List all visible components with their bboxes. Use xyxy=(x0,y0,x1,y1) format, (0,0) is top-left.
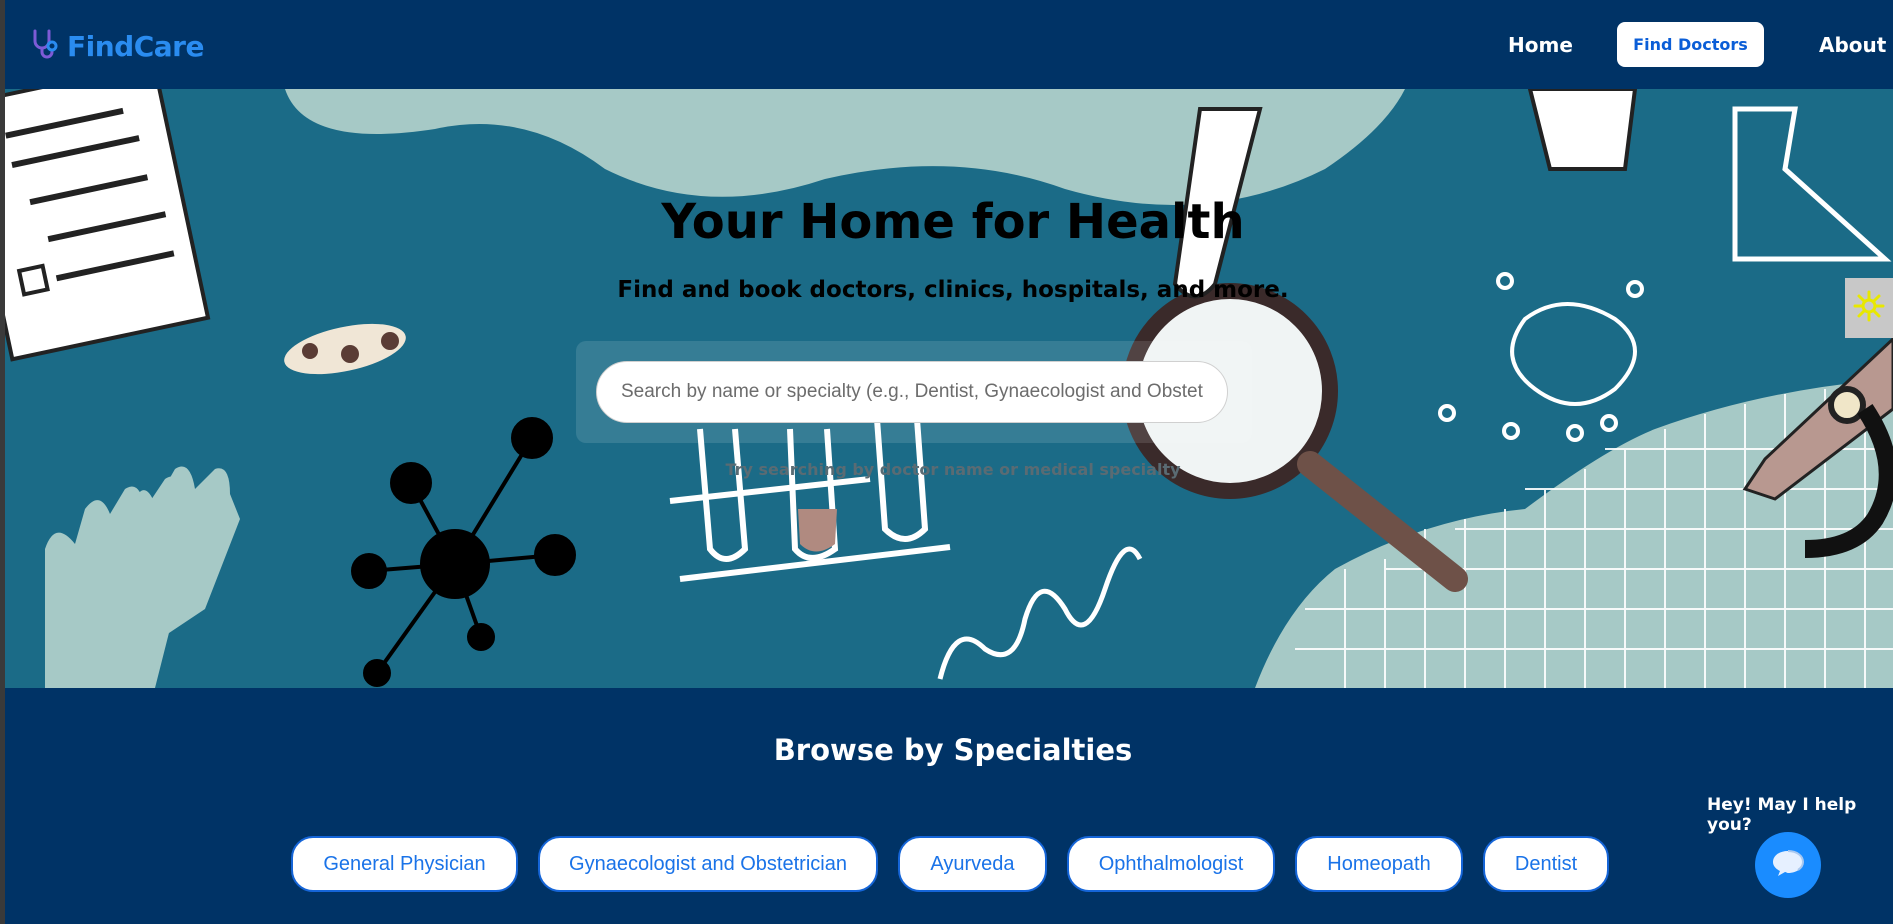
hero-subtitle: Find and book doctors, clinics, hospital… xyxy=(617,277,1289,303)
chat-button[interactable] xyxy=(1755,832,1821,898)
app-frame: FindCare Home Find Doctors About Your Ho… xyxy=(5,0,1893,924)
specialty-chip-homeopath[interactable]: Homeopath xyxy=(1295,836,1463,892)
search-hint: Try searching by doctor name or medical … xyxy=(725,460,1181,479)
specialty-chip-ayurveda[interactable]: Ayurveda xyxy=(898,836,1047,892)
hero-section: Your Home for Health Find and book docto… xyxy=(5,89,1893,688)
navbar: FindCare Home Find Doctors About xyxy=(5,0,1893,89)
specialty-chip-general-physician[interactable]: General Physician xyxy=(291,836,518,892)
chat-prompt: Hey! May I help you? xyxy=(1707,795,1857,835)
specialty-chip-gynaecologist[interactable]: Gynaecologist and Obstetrician xyxy=(538,836,878,892)
brand-logo[interactable]: FindCare xyxy=(29,28,204,64)
stethoscope-icon xyxy=(29,27,63,66)
hero-title: Your Home for Health xyxy=(661,194,1245,250)
specialties-list: General Physician Gynaecologist and Obst… xyxy=(5,836,1893,894)
nav-about-link[interactable]: About xyxy=(1819,33,1886,57)
specialty-chip-dentist[interactable]: Dentist xyxy=(1483,836,1609,892)
search-input[interactable] xyxy=(596,361,1228,423)
find-doctors-button[interactable]: Find Doctors xyxy=(1617,22,1764,67)
chat-bubble-icon xyxy=(1771,848,1805,883)
specialty-chip-ophthalmologist[interactable]: Ophthalmologist xyxy=(1067,836,1275,892)
accessibility-widget[interactable] xyxy=(1845,278,1893,338)
sun-icon xyxy=(1852,289,1886,328)
brand-name: FindCare xyxy=(67,29,204,63)
specialties-title: Browse by Specialties xyxy=(773,733,1133,767)
search-card xyxy=(576,341,1252,443)
nav-home-link[interactable]: Home xyxy=(1508,33,1573,57)
